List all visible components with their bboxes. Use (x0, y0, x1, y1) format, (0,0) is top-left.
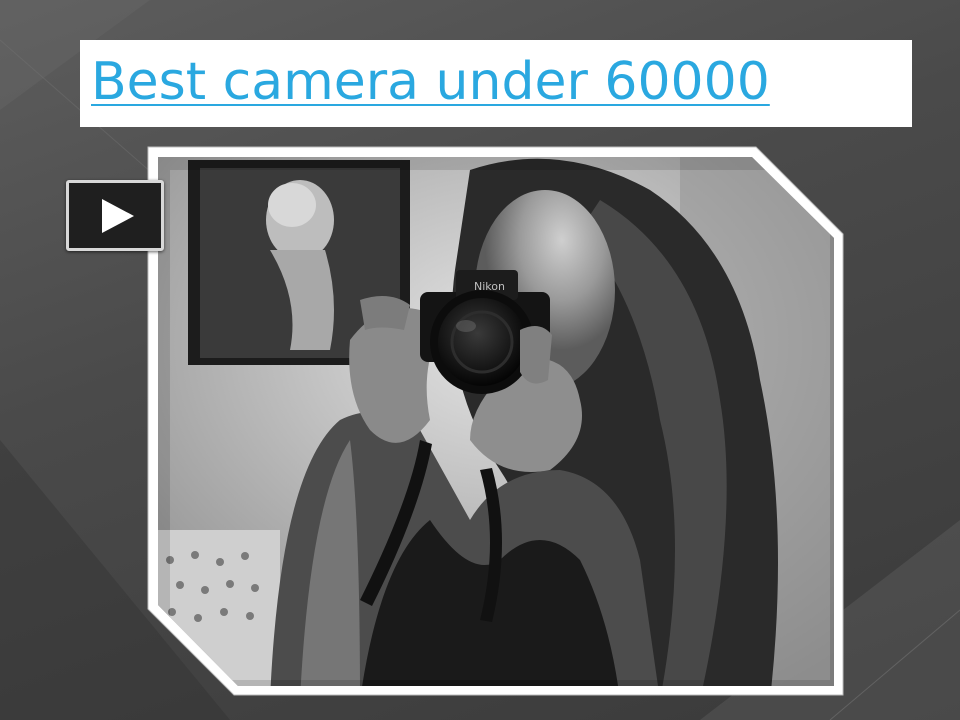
play-button[interactable] (66, 180, 164, 251)
slide: Best camera under 60000 Nikon (0, 0, 960, 720)
photo-frame: Nikon (0, 0, 960, 720)
photo-content: Nikon (158, 157, 834, 686)
photo-image: Nikon (147, 146, 844, 696)
play-icon (102, 199, 134, 233)
